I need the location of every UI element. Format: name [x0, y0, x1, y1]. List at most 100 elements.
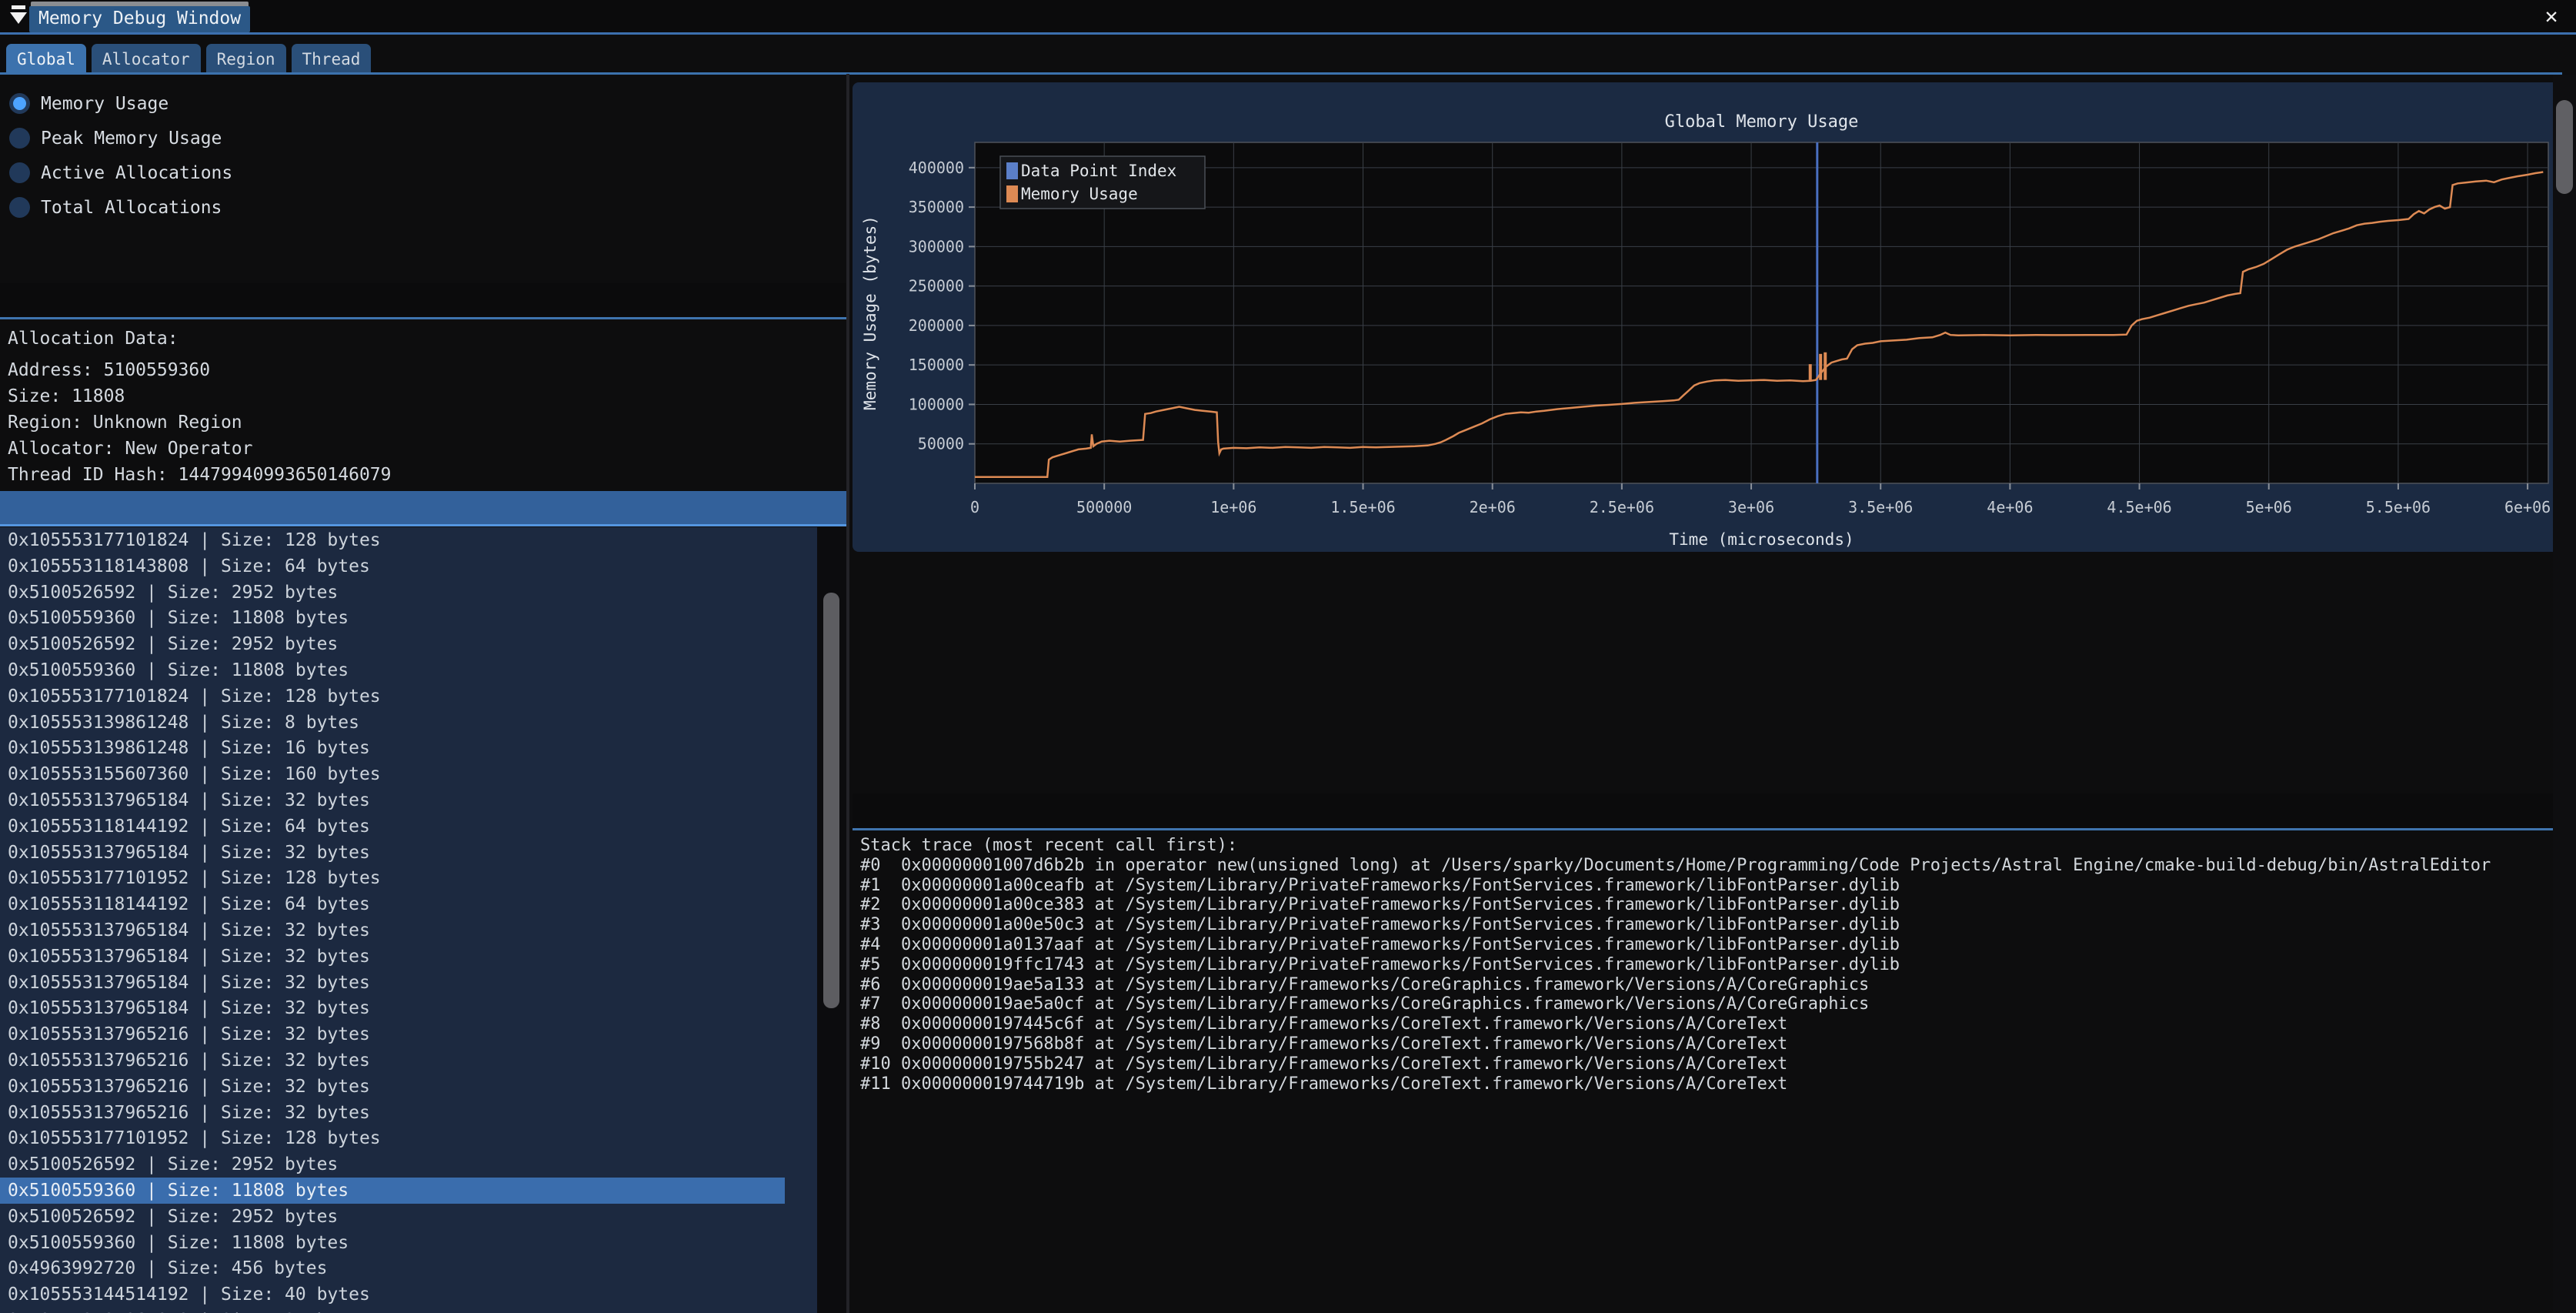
collapse-triangle-icon: [10, 12, 27, 24]
radio-unselected-icon[interactable]: [9, 128, 30, 149]
stacktrace-intro: Stack trace (most recent call first):: [860, 836, 2576, 856]
memory-spike: [1809, 364, 1812, 380]
allocation-list-scrollbar[interactable]: [817, 527, 846, 1313]
stack-frame: #0 0x00000001007d6b2b in operator new(un…: [860, 856, 2576, 876]
tick-label-x: 3.5e+06: [1848, 498, 1913, 516]
stack-frame: #2 0x00000001a00ce383 at /System/Library…: [860, 895, 2576, 915]
allocation-row[interactable]: 0x5100559360 | Size: 11808 bytes: [0, 1230, 785, 1256]
info-line: Thread ID Hash: 14479940993650146079: [8, 465, 392, 485]
radio-label: Active Allocations: [41, 163, 232, 183]
allocation-row[interactable]: 0x105553137965184 | Size: 32 bytes: [0, 840, 785, 866]
radio-memory-usage[interactable]: Memory Usage: [9, 86, 232, 121]
section-separator: [0, 317, 846, 319]
tick-label-x: 6e+06: [2504, 498, 2551, 516]
memory-debug-window: Memory Debug Window ✕ GlobalAllocatorReg…: [0, 0, 2576, 1313]
tab-bar: GlobalAllocatorRegionThread: [6, 44, 371, 74]
stack-frame: #10 0x000000019755b247 at /System/Librar…: [860, 1054, 2576, 1074]
radio-unselected-icon[interactable]: [9, 197, 30, 218]
allocation-row[interactable]: 0x5100526592 | Size: 2952 bytes: [0, 1204, 785, 1230]
allocation-row[interactable]: 0x105553139861248 | Size: 8 bytes: [0, 710, 785, 736]
tick-label-y: 250000: [909, 277, 964, 296]
tick-label-x: 2.5e+06: [1590, 498, 1654, 516]
info-line: Region: Unknown Region: [8, 413, 242, 433]
allocation-list-scrollbar-thumb[interactable]: [823, 593, 839, 1008]
tick-label-y: 100000: [909, 395, 964, 413]
section-separator: [0, 524, 846, 526]
titlebar-separator: [0, 32, 2576, 35]
tab-allocator[interactable]: Allocator: [92, 44, 201, 74]
tick-label-x: 4e+06: [1987, 498, 2033, 516]
allocation-row[interactable]: 0x105553177101824 | Size: 128 bytes: [0, 527, 785, 553]
tab-region[interactable]: Region: [206, 44, 286, 74]
allocation-row[interactable]: 0x105553137965216 | Size: 32 bytes: [0, 1021, 785, 1047]
allocation-row[interactable]: 0x105553177101952 | Size: 128 bytes: [0, 865, 785, 891]
allocation-row[interactable]: 0x105553118144192 | Size: 64 bytes: [0, 814, 785, 840]
tab-thread[interactable]: Thread: [292, 44, 372, 74]
tick-label-x: 3e+06: [1728, 498, 1774, 516]
tick-label-x: 5e+06: [2246, 498, 2292, 516]
allocation-row[interactable]: 0x105553177101952 | Size: 128 bytes: [0, 1125, 785, 1151]
allocation-row[interactable]: 0x105553137965216 | Size: 32 bytes: [0, 1074, 785, 1100]
allocation-row[interactable]: 0x105553137965184 | Size: 32 bytes: [0, 970, 785, 996]
stack-frame: #1 0x00000001a00ceafb at /System/Library…: [860, 876, 2576, 896]
radio-unselected-icon[interactable]: [9, 162, 30, 183]
allocation-row[interactable]: 0x105553107065040 | Size: 24 bytes: [0, 1308, 785, 1313]
allocation-list-header[interactable]: Allocation List Panel: [0, 491, 846, 526]
stack-frame: #8 0x0000000197445c6f at /System/Library…: [860, 1014, 2576, 1034]
allocation-row[interactable]: 0x5100559360 | Size: 11808 bytes: [0, 605, 785, 631]
radio-active-allocations[interactable]: Active Allocations: [9, 155, 232, 190]
tick-label-y: 50000: [918, 435, 964, 453]
info-line: Size: 11808: [8, 386, 125, 406]
allocation-row[interactable]: 0x105553144514192 | Size: 40 bytes: [0, 1281, 785, 1308]
allocation-row[interactable]: 0x105553137965184 | Size: 32 bytes: [0, 995, 785, 1021]
allocation-row[interactable]: 0x105553137965216 | Size: 32 bytes: [0, 1100, 785, 1126]
radio-peak-memory-usage[interactable]: Peak Memory Usage: [9, 121, 232, 155]
radio-total-allocations[interactable]: Total Allocations: [9, 190, 232, 225]
stack-frame: #6 0x000000019ae5a133 at /System/Library…: [860, 975, 2576, 995]
close-icon[interactable]: ✕: [2538, 2, 2565, 29]
allocation-row[interactable]: 0x5100526592 | Size: 2952 bytes: [0, 631, 785, 657]
allocation-row[interactable]: 0x105553137965184 | Size: 32 bytes: [0, 917, 785, 944]
radio-label: Memory Usage: [41, 94, 169, 114]
radio-label: Peak Memory Usage: [41, 129, 222, 149]
window-title-label: Memory Debug Window: [38, 8, 241, 28]
window-collapse-arrow-icon[interactable]: [5, 2, 32, 28]
allocation-row[interactable]: 0x105553118143808 | Size: 64 bytes: [0, 553, 785, 580]
chart-canvas[interactable]: Global Memory Usage500001000001500002000…: [853, 82, 2564, 552]
title-grip-strip: [31, 2, 249, 6]
allocation-row[interactable]: 0x5100526592 | Size: 2952 bytes: [0, 1151, 785, 1178]
allocation-row-selected[interactable]: 0x5100559360 | Size: 11808 bytes: [0, 1178, 785, 1204]
allocation-row[interactable]: 0x4963992720 | Size: 456 bytes: [0, 1255, 785, 1281]
allocation-row[interactable]: 0x105553137965184 | Size: 32 bytes: [0, 787, 785, 814]
global-memory-usage-chart[interactable]: Global Memory Usage500001000001500002000…: [853, 82, 2564, 552]
allocation-row[interactable]: 0x105553137965216 | Size: 32 bytes: [0, 1047, 785, 1074]
data-point-info-header[interactable]: Data Point Info: [0, 283, 846, 317]
allocation-stacktrace-header[interactable]: Allocation Stacktrace: [853, 793, 2576, 829]
window-scrollbar-thumb[interactable]: [2556, 100, 2573, 194]
allocation-row[interactable]: 0x5100559360 | Size: 11808 bytes: [0, 657, 785, 683]
allocation-row[interactable]: 0x5100526592 | Size: 2952 bytes: [0, 580, 785, 606]
tick-label-y: 200000: [909, 316, 964, 335]
window-titlebar[interactable]: Memory Debug Window ✕: [0, 0, 2576, 32]
allocation-row[interactable]: 0x105553139861248 | Size: 16 bytes: [0, 735, 785, 761]
section-separator: [853, 828, 2576, 830]
tick-label-y: 350000: [909, 198, 964, 216]
tick-label-y: 400000: [909, 159, 964, 177]
window-scrollbar[interactable]: [2553, 75, 2576, 1313]
allocation-row[interactable]: 0x105553118144192 | Size: 64 bytes: [0, 891, 785, 917]
chart-title: Global Memory Usage: [1665, 112, 1859, 132]
stack-frame: #11 0x000000019744719b at /System/Librar…: [860, 1074, 2576, 1094]
allocation-row[interactable]: 0x105553177101824 | Size: 128 bytes: [0, 683, 785, 710]
tab-global[interactable]: Global: [6, 44, 86, 74]
allocation-row[interactable]: 0x105553137965184 | Size: 32 bytes: [0, 944, 785, 970]
plot-area[interactable]: [975, 142, 2548, 483]
radio-selected-icon[interactable]: [9, 93, 30, 114]
info-line: Address: 5100559360: [8, 360, 210, 380]
x-axis-label: Time (microseconds): [1669, 530, 1854, 549]
tab-underline: [0, 72, 2562, 75]
stack-frame: #9 0x0000000197568b8f at /System/Library…: [860, 1034, 2576, 1054]
legend-label: Memory Usage: [1021, 185, 1138, 203]
metric-options-group: Memory Usage Peak Memory Usage Active Allo…: [9, 86, 232, 225]
window-title: Memory Debug Window: [29, 6, 250, 32]
allocation-row[interactable]: 0x105553155607360 | Size: 160 bytes: [0, 761, 785, 787]
